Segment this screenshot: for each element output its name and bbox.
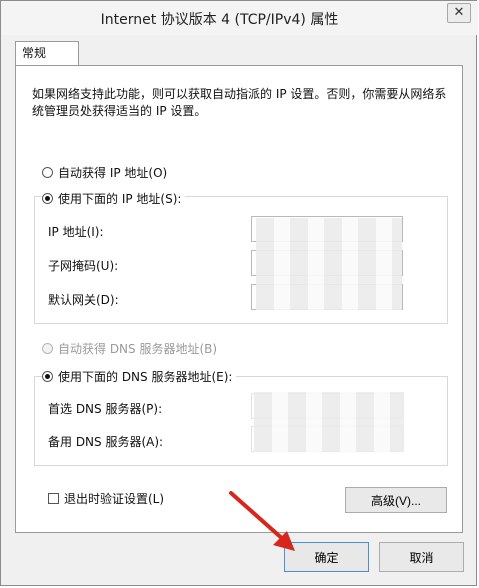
dns-manual-radio[interactable] — [42, 371, 53, 382]
redaction-mask-dns — [254, 392, 404, 452]
dns-manual-option[interactable]: 使用下面的 DNS 服务器地址(E): — [42, 368, 237, 385]
ip-manual-label: 使用下面的 IP 地址(S): — [58, 192, 182, 206]
description-text: 如果网络支持此功能，则可以获取自动指派的 IP 设置。否则，你需要从网络系统管理… — [32, 87, 447, 118]
advanced-button[interactable]: 高级(V)... — [345, 487, 447, 513]
ip-auto-label: 自动获得 IP 地址(O) — [58, 166, 168, 180]
gateway-label: 默认网关(D): — [48, 293, 119, 307]
ipv4-properties-dialog: Internet 协议版本 4 (TCP/IPv4) 属性 ✕ 常规 如果网络支… — [0, 0, 478, 586]
ip-manual-radio[interactable] — [42, 193, 53, 204]
window-title: Internet 协议版本 4 (TCP/IPv4) 属性 — [100, 12, 339, 28]
redaction-mask-ip — [256, 218, 402, 310]
ip-auto-radio[interactable] — [42, 167, 53, 178]
ip-address-label: IP 地址(I): — [48, 225, 104, 239]
title-bar: Internet 协议版本 4 (TCP/IPv4) 属性 ✕ — [1, 1, 478, 35]
close-button[interactable]: ✕ — [447, 3, 471, 23]
ip-auto-option[interactable]: 自动获得 IP 地址(O) — [42, 164, 167, 181]
general-panel: 如果网络支持此功能，则可以获取自动指派的 IP 设置。否则，你需要从网络系统管理… — [15, 65, 463, 533]
alternate-dns-label: 备用 DNS 服务器(A): — [48, 435, 164, 449]
tab-general[interactable]: 常规 — [15, 41, 79, 65]
validate-option[interactable]: 退出时验证设置(L) — [48, 490, 164, 507]
subnet-mask-label: 子网掩码(U): — [48, 259, 119, 273]
preferred-dns-label: 首选 DNS 服务器(P): — [48, 402, 163, 416]
dns-manual-label: 使用下面的 DNS 服务器地址(E): — [58, 370, 233, 384]
dns-auto-label: 自动获得 DNS 服务器地址(B) — [58, 342, 218, 356]
close-icon: ✕ — [453, 5, 465, 20]
red-arrow-annotation — [229, 491, 295, 551]
ip-manual-option[interactable]: 使用下面的 IP 地址(S): — [42, 190, 186, 207]
validate-label: 退出时验证设置(L) — [64, 492, 165, 506]
dns-auto-radio — [42, 343, 53, 354]
validate-checkbox[interactable] — [48, 493, 59, 504]
cancel-button[interactable]: 取消 — [379, 542, 464, 572]
dns-auto-option: 自动获得 DNS 服务器地址(B) — [42, 340, 217, 357]
